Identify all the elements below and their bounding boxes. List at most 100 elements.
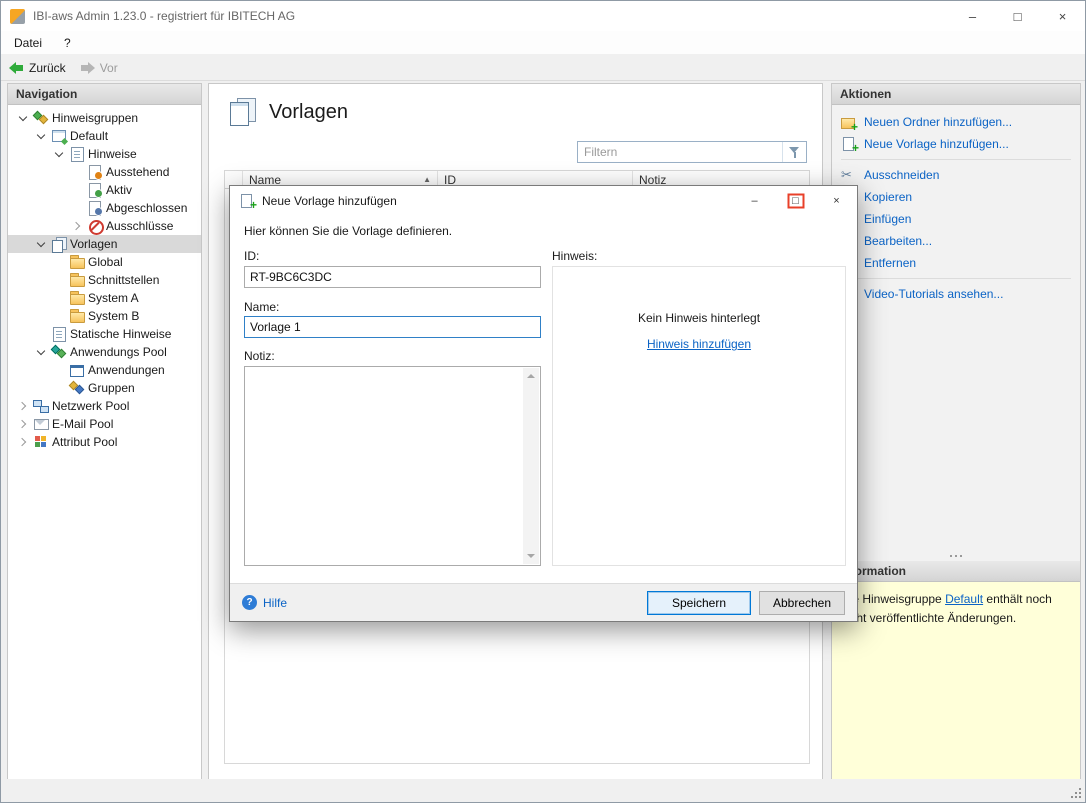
minimize-button[interactable]: – xyxy=(950,1,995,31)
tree-item-schnittstellen[interactable]: Schnittstellen xyxy=(8,271,201,289)
chevron-down-icon[interactable] xyxy=(34,345,48,359)
tree-item-anwendungs-pool[interactable]: Anwendungs Pool xyxy=(8,343,201,361)
notiz-textarea[interactable] xyxy=(244,366,541,566)
chevron-right-icon[interactable] xyxy=(70,219,84,233)
tree-item-vorlagen[interactable]: Vorlagen xyxy=(8,235,201,253)
tree-label: Attribut Pool xyxy=(52,435,118,449)
chevron-down-icon[interactable] xyxy=(16,111,30,125)
scrollbar[interactable] xyxy=(523,368,539,564)
action-new-template[interactable]: Neue Vorlage hinzufügen... xyxy=(832,133,1080,155)
tree-item-aktiv[interactable]: Aktiv xyxy=(8,181,201,199)
cut-icon xyxy=(841,167,857,183)
action-label: Einfügen xyxy=(864,212,912,226)
completed-icon xyxy=(87,200,103,216)
dialog-title: Neue Vorlage hinzufügen xyxy=(262,194,397,208)
forward-arrow-icon xyxy=(80,61,95,75)
app-titlebar[interactable]: IBI-aws Admin 1.23.0 - registriert für I… xyxy=(1,1,1085,31)
app-icon xyxy=(10,8,25,24)
actions-list: Neuen Ordner hinzufügen... Neue Vorlage … xyxy=(832,105,1080,305)
hint-group-icon xyxy=(51,128,67,144)
name-field[interactable] xyxy=(244,316,541,338)
tree-item-ausschluesse[interactable]: Ausschlüsse xyxy=(8,217,201,235)
dialog-window-controls: – □ × xyxy=(734,186,857,216)
chevron-down-icon[interactable] xyxy=(34,237,48,251)
separator xyxy=(841,278,1071,279)
static-hints-icon xyxy=(51,326,67,342)
tree-label: Hinweisgruppen xyxy=(52,111,139,125)
resize-grip[interactable] xyxy=(1070,787,1082,799)
tree-item-global[interactable]: Global xyxy=(8,253,201,271)
navigation-panel: Navigation Hinweisgruppen Default Hinwei… xyxy=(7,83,202,781)
chevron-right-icon[interactable] xyxy=(16,417,30,431)
folder-icon xyxy=(69,272,85,288)
save-button[interactable]: Speichern xyxy=(647,590,751,615)
tree-item-abgeschlossen[interactable]: Abgeschlossen xyxy=(8,199,201,217)
action-cut[interactable]: Ausschneiden xyxy=(832,164,1080,186)
tree-label: Anwendungs Pool xyxy=(70,345,167,359)
menu-help[interactable]: ? xyxy=(64,36,71,50)
tree-item-email-pool[interactable]: E-Mail Pool xyxy=(8,415,201,433)
forward-label: Vor xyxy=(99,60,118,75)
information-panel: Die Hinweisgruppe Default enthält noch n… xyxy=(832,582,1080,780)
tree-item-hinweise[interactable]: Hinweise xyxy=(8,145,201,163)
pending-icon xyxy=(87,164,103,180)
active-icon xyxy=(87,182,103,198)
action-label: Entfernen xyxy=(864,256,917,270)
dialog-body: Hier können Sie die Vorlage definieren. … xyxy=(230,216,857,583)
action-new-folder[interactable]: Neuen Ordner hinzufügen... xyxy=(832,111,1080,133)
back-arrow-icon xyxy=(9,61,24,75)
splitter-grip[interactable] xyxy=(832,551,1080,561)
chevron-down-icon[interactable] xyxy=(34,129,48,143)
tree-item-gruppen[interactable]: Gruppen xyxy=(8,379,201,397)
chevron-down-icon[interactable] xyxy=(52,147,66,161)
tree-label: Statische Hinweise xyxy=(70,327,172,341)
action-video-tutorials[interactable]: Video-Tutorials ansehen... xyxy=(832,283,1080,305)
tree-item-system-b[interactable]: System B xyxy=(8,307,201,325)
chevron-right-icon[interactable] xyxy=(16,435,30,449)
tree-item-attribut-pool[interactable]: Attribut Pool xyxy=(8,433,201,451)
tree-item-netzwerk-pool[interactable]: Netzwerk Pool xyxy=(8,397,201,415)
chevron-right-icon[interactable] xyxy=(16,399,30,413)
dialog-minimize-button[interactable]: – xyxy=(734,186,775,216)
default-group-link[interactable]: Default xyxy=(945,592,983,606)
dialog-titlebar[interactable]: Neue Vorlage hinzufügen – □ × xyxy=(230,186,857,216)
action-edit[interactable]: Bearbeiten... xyxy=(832,230,1080,252)
id-field[interactable] xyxy=(244,266,541,288)
forward-button[interactable]: Vor xyxy=(80,61,118,75)
dialog-close-button[interactable]: × xyxy=(816,186,857,216)
dialog-maximize-button[interactable]: □ xyxy=(775,186,816,216)
app-pool-icon xyxy=(51,344,67,360)
tree-item-hinweisgruppen[interactable]: Hinweisgruppen xyxy=(8,109,201,127)
maximize-button[interactable]: □ xyxy=(995,1,1040,31)
tree-label: Ausschlüsse xyxy=(106,219,174,233)
help-label: Hilfe xyxy=(263,595,288,610)
close-button[interactable]: × xyxy=(1040,1,1085,31)
menu-datei[interactable]: Datei xyxy=(14,36,42,50)
cancel-button[interactable]: Abbrechen xyxy=(759,590,845,615)
filter-funnel-icon[interactable] xyxy=(782,142,806,162)
filter-input[interactable] xyxy=(578,142,782,162)
hinweis-add-link[interactable]: Hinweis hinzufügen xyxy=(647,337,751,351)
applications-icon xyxy=(69,362,85,378)
back-button[interactable]: Zurück xyxy=(9,61,66,75)
exclusions-icon xyxy=(87,218,104,235)
tree-item-default[interactable]: Default xyxy=(8,127,201,145)
filter-box xyxy=(577,141,807,163)
action-paste[interactable]: Einfügen xyxy=(832,208,1080,230)
hint-groups-icon xyxy=(33,110,49,126)
action-copy[interactable]: Kopieren xyxy=(832,186,1080,208)
tree-item-ausstehend[interactable]: Ausstehend xyxy=(8,163,201,181)
tree-item-system-a[interactable]: System A xyxy=(8,289,201,307)
sort-ascending-icon: ▲ xyxy=(423,175,431,184)
tree-item-anwendungen[interactable]: Anwendungen xyxy=(8,361,201,379)
new-folder-icon xyxy=(841,114,858,133)
help-link[interactable]: Hilfe xyxy=(242,595,287,610)
action-remove[interactable]: Entfernen xyxy=(832,252,1080,274)
tree-item-statische-hinweise[interactable]: Statische Hinweise xyxy=(8,325,201,343)
panel-spacer xyxy=(832,305,1080,551)
